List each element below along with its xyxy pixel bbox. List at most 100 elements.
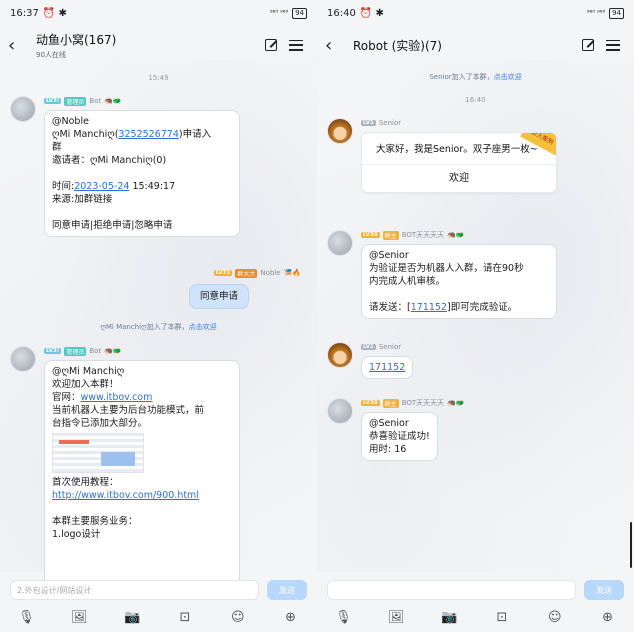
role-badge: 管理员 bbox=[64, 346, 87, 356]
level-badge: LV72 bbox=[213, 270, 233, 276]
mention: @Noble bbox=[52, 116, 89, 127]
code-link[interactable]: 171152 bbox=[411, 302, 447, 313]
tutorial-link[interactable]: http://www.itbov.com/900.html bbox=[52, 489, 232, 502]
welcome-link[interactable]: 点击欢迎 bbox=[494, 73, 522, 81]
inviter-line: 邀请者：ღMi Manchiღ(0) bbox=[52, 155, 167, 166]
sender-emoji: 🦔🐲 bbox=[104, 97, 122, 105]
text-line: ღMi Manchiღ(3252526774)申请入 bbox=[52, 128, 232, 141]
intro-card[interactable]: 新人报到 大家好，我是Senior。双子座男一枚~ 欢迎 bbox=[361, 132, 557, 193]
sender-info: LV1 Senior bbox=[361, 118, 401, 128]
send-button[interactable]: 发送 bbox=[584, 580, 624, 600]
avatar[interactable] bbox=[327, 118, 353, 144]
code-link[interactable]: 171152 bbox=[369, 362, 405, 373]
text-line: 官网：www.itbov.com bbox=[52, 391, 232, 404]
sender-name: BOT天天天天 bbox=[401, 399, 445, 407]
plus-icon[interactable]: ⊕ bbox=[281, 610, 301, 625]
mic-icon[interactable]: 🎙 bbox=[16, 610, 36, 625]
toolbar: 🎙 🖼 📷 ⊡ ☺ ⊕ bbox=[0, 606, 317, 628]
group-title: 动鱼小窝(167) bbox=[36, 32, 117, 47]
signal-icon: ⁹⁶ᴵˡ ⁹⁶ᴵˡ bbox=[269, 9, 289, 17]
message-bubble[interactable]: 171152 bbox=[361, 356, 414, 379]
sender-name: Bot bbox=[89, 347, 102, 355]
menu-icon[interactable] bbox=[289, 39, 303, 51]
date-link[interactable]: 2023-05-24 bbox=[74, 181, 129, 192]
sender-info: LV30 群主 BOT天天天天 🦔🐲 bbox=[361, 230, 465, 240]
welcome-button[interactable]: 欢迎 bbox=[362, 164, 556, 192]
battery-icon: 94 bbox=[609, 7, 624, 19]
plus-icon[interactable]: ⊕ bbox=[598, 610, 618, 625]
message-list[interactable]: 15:49 LV3! 管理员 Bot 🦔🐲 @Noble ღMi Manchiღ… bbox=[0, 64, 317, 580]
scrollbar[interactable] bbox=[630, 522, 632, 568]
text: 官网： bbox=[52, 392, 81, 403]
message-bubble[interactable]: 同意申请 bbox=[188, 284, 249, 309]
text-line: 群 bbox=[52, 142, 62, 153]
message-input[interactable]: 2.外包设计/网站设计 bbox=[10, 580, 259, 600]
chat-header: ‹ 动鱼小窝(167) 90人在线 bbox=[0, 26, 317, 64]
message-bubble[interactable]: @Senior 恭喜验证成功! 用时: 16 bbox=[361, 412, 438, 461]
text-line: 台指令已添加大部分。 bbox=[52, 418, 148, 429]
image-thumbnail[interactable] bbox=[52, 433, 144, 473]
role-badge: 群主 bbox=[382, 230, 399, 240]
text-line: 请发送：[171152]即可完成验证。 bbox=[369, 301, 549, 314]
message-bubble[interactable]: @Senior 为验证是否为机器人入群，请在90秒 内完成人机审核。 请发送：[… bbox=[361, 244, 557, 319]
avatar[interactable] bbox=[10, 346, 36, 372]
sender-info: LV3! 管理员 Bot 🦔🐲 bbox=[44, 346, 122, 356]
edit-icon[interactable] bbox=[265, 39, 277, 51]
avatar[interactable] bbox=[327, 398, 353, 424]
welcome-link[interactable]: 点击欢迎 bbox=[189, 323, 217, 331]
image-icon[interactable]: 🖼 bbox=[386, 610, 406, 625]
back-icon[interactable]: ‹ bbox=[8, 35, 30, 56]
message-bubble[interactable]: @ღMi Manchiღ 欢迎加入本群！ 官网：www.itbov.com 当前… bbox=[44, 360, 240, 580]
sender-name: Bot bbox=[89, 97, 102, 105]
text-line: 为验证是否为机器人入群，请在90秒 bbox=[369, 263, 524, 274]
emoji-icon[interactable]: ☺ bbox=[228, 610, 248, 625]
gift-icon[interactable]: ⊡ bbox=[492, 610, 512, 625]
message-senior-intro: LV1 Senior 新人报到 大家好，我是Senior。双子座男一枚~ 欢迎 bbox=[327, 118, 624, 218]
sender-emoji: 🦔🐲 bbox=[104, 347, 122, 355]
group-title: Robot (实验)(7) bbox=[353, 38, 442, 53]
source-line: 来源:加群链接 bbox=[52, 194, 113, 205]
message-list[interactable]: Senior加入了本群，点击欢迎 16:40 LV1 Senior 新人报到 大… bbox=[317, 64, 634, 580]
send-button[interactable]: 发送 bbox=[267, 580, 307, 600]
system-join-notice: ღMi Manchiღ加入了本群，点击欢迎 bbox=[0, 322, 317, 332]
edit-icon[interactable] bbox=[582, 39, 594, 51]
message-senior-code: LV1 Senior 171152 bbox=[327, 342, 624, 382]
text-line: 首次使用教程： bbox=[52, 477, 119, 488]
sender-info: LV3! 管理员 Bot 🦔🐲 bbox=[44, 96, 122, 106]
status-icons: ⏰ ✱ bbox=[359, 7, 384, 19]
camera-icon[interactable]: 📷 bbox=[439, 610, 459, 625]
level-badge: LV1 bbox=[361, 344, 376, 350]
back-icon[interactable]: ‹ bbox=[325, 35, 347, 56]
notice-text: ღMi Manchiღ加入了本群， bbox=[100, 323, 189, 331]
level-badge: LV30 bbox=[361, 232, 380, 238]
message-noble: LV72 群大大 Noble 🎏🔥 同意申请 bbox=[10, 268, 307, 314]
status-time: 16:40 bbox=[327, 7, 356, 19]
qq-link[interactable]: 3252526774 bbox=[118, 129, 178, 140]
mic-icon[interactable]: 🎙 bbox=[333, 610, 353, 625]
battery-icon: 94 bbox=[292, 7, 307, 19]
website-link[interactable]: www.itbov.com bbox=[81, 392, 153, 403]
text: 请发送：[ bbox=[369, 302, 411, 313]
input-bar: 发送 bbox=[317, 578, 634, 602]
emoji-icon[interactable]: ☺ bbox=[545, 610, 565, 625]
avatar[interactable] bbox=[327, 342, 353, 368]
status-time: 16:37 bbox=[10, 7, 39, 19]
text-line: 1.logo设计 bbox=[52, 529, 101, 540]
left-chat-screen: 16:37 ⏰ ✱ ⁹⁶ᴵˡ ⁹⁶ᴵˡ 94 ‹ 动鱼小窝(167) 90人在线… bbox=[0, 0, 317, 632]
message-bot-join-request: LV3! 管理员 Bot 🦔🐲 @Noble ღMi Manchiღ(32525… bbox=[10, 96, 307, 286]
gift-icon[interactable]: ⊡ bbox=[175, 610, 195, 625]
camera-icon[interactable]: 📷 bbox=[122, 610, 142, 625]
image-icon[interactable]: 🖼 bbox=[69, 610, 89, 625]
sender-name: Noble bbox=[260, 269, 281, 277]
status-bar: 16:37 ⏰ ✱ ⁹⁶ᴵˡ ⁹⁶ᴵˡ 94 bbox=[0, 0, 317, 26]
sender-name: Senior bbox=[378, 119, 402, 127]
chat-header: ‹ Robot (实验)(7) bbox=[317, 26, 634, 64]
text: ]即可完成验证。 bbox=[446, 302, 518, 313]
menu-icon[interactable] bbox=[606, 39, 620, 51]
text-line: 内完成人机审核。 bbox=[369, 276, 446, 287]
avatar[interactable] bbox=[327, 230, 353, 256]
message-input[interactable] bbox=[327, 580, 576, 600]
avatar[interactable] bbox=[10, 96, 36, 122]
sender-emoji: 🦔🐲 bbox=[447, 231, 465, 239]
message-bubble[interactable]: @Noble ღMi Manchiღ(3252526774)申请入 群 邀请者：… bbox=[44, 110, 240, 237]
